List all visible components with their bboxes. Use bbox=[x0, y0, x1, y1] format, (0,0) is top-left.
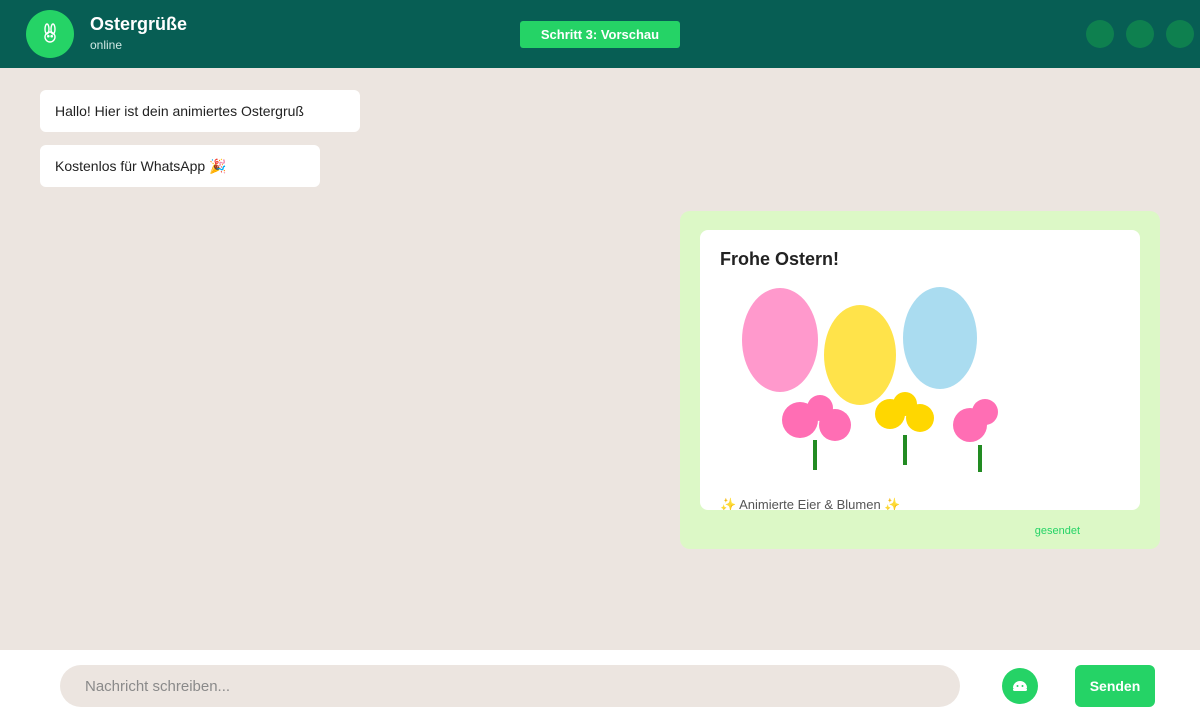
message-text: Kostenlos für WhatsApp 🎉 bbox=[55, 157, 227, 174]
step-badge[interactable]: Schritt 3: Vorschau bbox=[520, 21, 680, 48]
card-title: Frohe Ostern! bbox=[720, 249, 840, 269]
flower-blossom bbox=[807, 395, 833, 421]
header-action-button[interactable] bbox=[1086, 20, 1114, 48]
easter-egg bbox=[903, 287, 977, 389]
chat-status: online bbox=[90, 38, 123, 52]
chat-avatar[interactable] bbox=[26, 10, 74, 58]
message-input[interactable] bbox=[60, 665, 960, 707]
chat-header: Ostergrüße online Schritt 3: Vorschau bbox=[0, 0, 1200, 68]
incoming-message: Kostenlos für WhatsApp 🎉 bbox=[40, 145, 320, 187]
greeting-card-preview[interactable]: Frohe Ostern! ✨ Animierte Eier & Blumen … bbox=[700, 230, 1140, 510]
emoji-button[interactable] bbox=[1002, 668, 1038, 704]
flower-blossom bbox=[893, 392, 917, 416]
incoming-message: Hallo! Hier ist dein animiertes Ostergru… bbox=[40, 90, 360, 132]
composer-bar: Senden bbox=[0, 650, 1200, 720]
outgoing-message: Frohe Ostern! ✨ Animierte Eier & Blumen … bbox=[680, 211, 1160, 549]
header-menu-button[interactable] bbox=[1166, 20, 1194, 48]
emoji-icon bbox=[1013, 681, 1027, 691]
card-caption: ✨ Animierte Eier & Blumen ✨ bbox=[720, 497, 901, 510]
easter-egg bbox=[742, 288, 818, 392]
chat-title: Ostergrüße bbox=[90, 14, 188, 34]
flower-stem bbox=[903, 435, 907, 465]
easter-illustration bbox=[742, 287, 998, 472]
flower-stem bbox=[813, 440, 817, 470]
message-status: gesendet bbox=[1034, 525, 1080, 537]
bunny-icon bbox=[44, 23, 56, 43]
send-button[interactable]: Senden bbox=[1075, 665, 1155, 707]
header-action-button[interactable] bbox=[1126, 20, 1154, 48]
easter-egg bbox=[824, 305, 896, 405]
message-text: Hallo! Hier ist dein animiertes Ostergru… bbox=[55, 103, 304, 119]
flower-blossom bbox=[972, 399, 998, 425]
flower-stem bbox=[978, 445, 982, 472]
